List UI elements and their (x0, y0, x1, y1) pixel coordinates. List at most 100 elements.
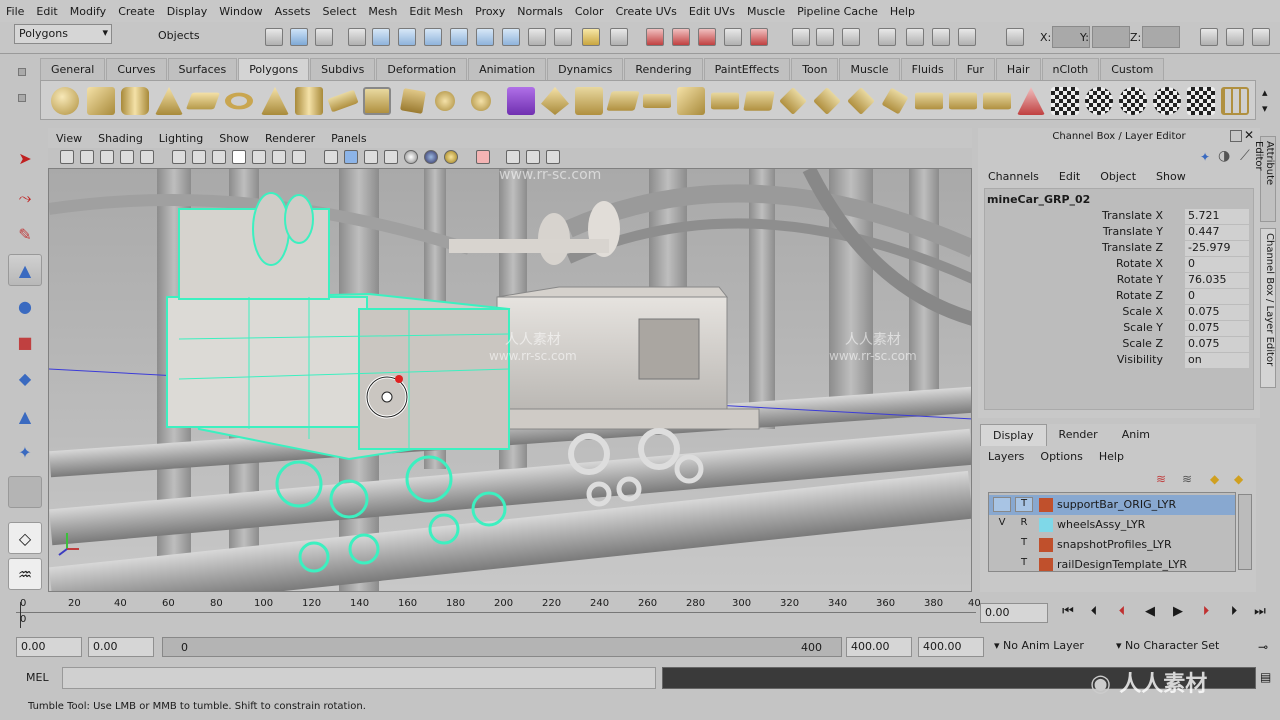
menu-help[interactable]: Help (884, 5, 921, 18)
layer-menu-help[interactable]: Help (1091, 450, 1132, 463)
average-vertices-icon[interactable] (575, 87, 603, 115)
character-set-dropdown[interactable]: ▾ No Character Set (1112, 637, 1252, 657)
gate-mask-icon[interactable] (232, 150, 246, 164)
snap-plane-icon[interactable] (450, 28, 468, 46)
new-layer-icon[interactable]: ≋ (1156, 472, 1174, 488)
fill-hole-icon[interactable] (643, 94, 671, 108)
menu-file[interactable]: File (0, 5, 30, 18)
cylindrical-mapping-icon[interactable] (1085, 87, 1113, 115)
step-forward-icon[interactable]: ⏵ (1224, 604, 1244, 622)
menu-normals[interactable]: Normals (511, 5, 569, 18)
shelf-tab-rendering[interactable]: Rendering (624, 58, 703, 80)
uv-lattice-icon[interactable] (1221, 87, 1249, 115)
menu-edit-uvs[interactable]: Edit UVs (683, 5, 741, 18)
channel-box-tab[interactable]: Channel Box / Layer Editor (1260, 228, 1276, 388)
layer-row[interactable]: T snapshotProfiles_LYR (989, 535, 1235, 555)
channel-value[interactable]: 0.075 (1185, 305, 1249, 320)
move-layer-up-icon[interactable]: ◆ (1210, 472, 1228, 488)
y-field[interactable] (1092, 26, 1130, 48)
playback-start-field[interactable]: 0.00 (88, 637, 154, 657)
menu-assets[interactable]: Assets (269, 5, 317, 18)
channel-menu-edit[interactable]: Edit (1049, 170, 1090, 183)
menu-edit[interactable]: Edit (30, 5, 63, 18)
shelf-tab-deformation[interactable]: Deformation (376, 58, 468, 80)
poly-sphere-icon[interactable] (51, 87, 79, 115)
new-layer-selected-icon[interactable]: ≋ (1182, 472, 1200, 488)
shelf-tab-polygons[interactable]: Polygons (238, 58, 310, 80)
poke-face-icon[interactable] (949, 92, 977, 110)
shelf-tab-hair[interactable]: Hair (995, 58, 1041, 80)
separate-icon[interactable] (435, 91, 455, 111)
construction-history-icon[interactable] (698, 28, 716, 46)
layer-display-type-toggle[interactable]: T (1015, 557, 1033, 571)
outliner-layout-icon[interactable]: ♒ (8, 558, 42, 590)
wedge-face-icon[interactable] (983, 92, 1011, 110)
play-back-icon[interactable]: ◀ (1140, 604, 1160, 622)
play-forward-icon[interactable]: ▶ (1168, 604, 1188, 622)
lock-icon[interactable] (582, 28, 600, 46)
poly-soccer-icon[interactable] (363, 87, 391, 115)
input-ops-icon[interactable] (646, 28, 664, 46)
magnet-icon[interactable] (610, 28, 628, 46)
bridge-icon[interactable] (711, 92, 739, 110)
mirror-geometry-icon[interactable] (606, 91, 640, 111)
poly-cylinder-icon[interactable] (121, 87, 149, 115)
script-editor-icon[interactable]: ▤ (1260, 670, 1271, 684)
show-tool-settings-icon[interactable] (1226, 28, 1244, 46)
panel-menu-panels[interactable]: Panels (323, 132, 374, 145)
shelf-tab-painteffects[interactable]: PaintEffects (703, 58, 791, 80)
dope-sheet-icon[interactable] (958, 28, 976, 46)
panel-menu-shading[interactable]: Shading (90, 132, 151, 145)
layer-visibility-toggle[interactable] (993, 537, 1011, 552)
poly-cone-icon[interactable] (155, 87, 183, 115)
outliner-icon[interactable] (906, 28, 924, 46)
smooth-icon[interactable] (507, 87, 535, 115)
menu-display[interactable]: Display (161, 5, 214, 18)
show-attribute-editor-icon[interactable] (1200, 28, 1218, 46)
render-current-icon[interactable] (724, 28, 742, 46)
select-tool-icon[interactable]: ➤ (8, 142, 42, 174)
channel-value[interactable]: 0.447 (1185, 225, 1249, 240)
layer-list-scrollbar[interactable] (1238, 494, 1252, 570)
key-icon[interactable]: ⊸ (1258, 640, 1268, 654)
channel-value[interactable]: 76.035 (1185, 273, 1249, 288)
layer-menu-options[interactable]: Options (1032, 450, 1090, 463)
mel-input[interactable] (62, 667, 656, 689)
scale-tool-icon[interactable]: ■ (8, 326, 42, 358)
layer-visibility-toggle[interactable] (993, 557, 1011, 571)
layer-color-swatch[interactable] (1039, 538, 1053, 552)
step-back-icon[interactable]: ⏴ (1084, 604, 1104, 622)
xray-joints-icon[interactable] (526, 150, 540, 164)
float-panel-icon[interactable] (1230, 130, 1242, 142)
smooth-shade-icon[interactable] (344, 150, 358, 164)
poly-plane-icon[interactable] (185, 92, 221, 110)
layer-tab-render[interactable]: Render (1047, 424, 1110, 446)
channel-value[interactable]: 0.075 (1185, 321, 1249, 336)
history-icon[interactable] (528, 28, 546, 46)
append-polygon-icon[interactable] (743, 91, 775, 111)
isolate-select-icon[interactable] (476, 150, 490, 164)
menu-pipeline-cache[interactable]: Pipeline Cache (791, 5, 884, 18)
panel-menu-renderer[interactable]: Renderer (257, 132, 323, 145)
layer-row[interactable]: V R wheelsAssy_LYR (989, 515, 1235, 535)
shelf-tab-toon[interactable]: Toon (791, 58, 839, 80)
script-editor-icon[interactable] (878, 28, 896, 46)
rotate-tool-icon[interactable]: ● (8, 290, 42, 322)
xray-active-icon[interactable] (546, 150, 560, 164)
split-polygon-icon[interactable] (779, 87, 807, 115)
go-to-start-icon[interactable]: ⏮ (1058, 604, 1078, 622)
planar-mapping-icon[interactable] (1051, 87, 1079, 115)
panel-menu-lighting[interactable]: Lighting (151, 132, 211, 145)
layer-visibility-toggle[interactable] (993, 497, 1011, 512)
field-chart-icon[interactable] (252, 150, 266, 164)
render-settings-icon[interactable] (816, 28, 834, 46)
snap-view-icon[interactable] (502, 28, 520, 46)
extract-icon[interactable] (471, 91, 491, 111)
layer-row[interactable]: T railDesignTemplate_LYR (989, 555, 1235, 571)
safe-title-icon[interactable] (292, 150, 306, 164)
menu-mesh[interactable]: Mesh (362, 5, 403, 18)
channel-value[interactable]: 0 (1185, 289, 1249, 304)
poly-cube-icon[interactable] (87, 87, 115, 115)
layer-tab-anim[interactable]: Anim (1110, 424, 1162, 446)
hypershade-icon[interactable] (842, 28, 860, 46)
